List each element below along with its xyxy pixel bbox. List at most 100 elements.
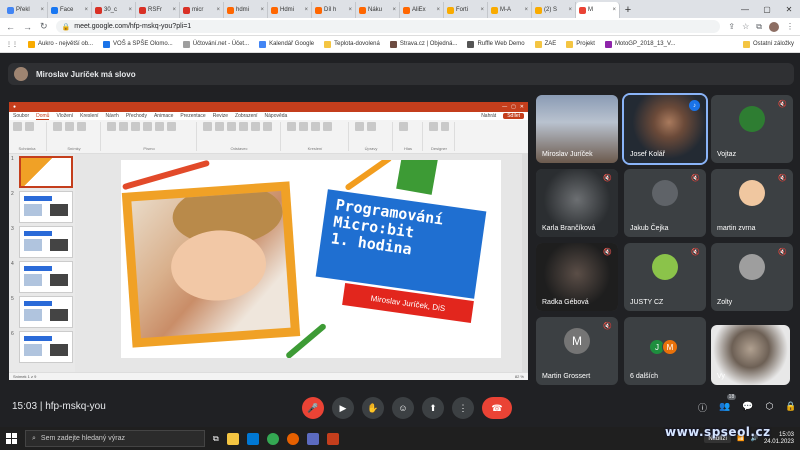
close-icon[interactable]: ✕ (520, 104, 524, 110)
tab-close-icon[interactable]: × (40, 7, 44, 13)
ribbon-tool-icon[interactable] (215, 122, 224, 131)
ribbon-tool-icon[interactable] (440, 122, 449, 131)
ribbon-tab[interactable]: Návrh (106, 113, 119, 119)
browser-tab[interactable]: Face × (48, 2, 92, 18)
ribbon-tool-icon[interactable] (311, 122, 320, 131)
bookmark-item[interactable]: Projekt (566, 40, 595, 48)
bookmark-item[interactable]: Aukro - největší ob... (28, 40, 93, 48)
participant-tile[interactable]: JM 6 dalších (624, 317, 706, 385)
file-explorer-icon[interactable] (226, 432, 239, 445)
ribbon-tool-icon[interactable] (355, 122, 364, 131)
minimize-icon[interactable]: — (734, 0, 756, 18)
ribbon-tool-icon[interactable] (239, 122, 248, 131)
tab-close-icon[interactable]: × (260, 7, 264, 13)
tab-close-icon[interactable]: × (128, 7, 132, 13)
menu-icon[interactable]: ⋮ (786, 22, 794, 31)
ribbon-tool-icon[interactable] (323, 122, 332, 131)
browser-tab[interactable]: RSFr × (136, 2, 180, 18)
slide-thumbnail[interactable]: 1 (11, 156, 73, 188)
ribbon-tool-icon[interactable] (77, 122, 86, 131)
maximize-icon[interactable]: ▢ (756, 0, 778, 18)
people-icon[interactable]: 👥 18 (719, 394, 737, 414)
tab-close-icon[interactable]: × (436, 7, 440, 13)
ribbon-tool-icon[interactable] (25, 122, 34, 131)
browser-tab[interactable]: hdmi × (224, 2, 268, 18)
slide-thumbnail[interactable]: 3 (11, 226, 73, 258)
browser-tab[interactable]: 30_c × (92, 2, 136, 18)
ribbon-tab[interactable]: Domů (36, 113, 50, 120)
bookmark-item[interactable]: Ruffle Web Demo (467, 40, 525, 48)
ribbon-tool-icon[interactable] (65, 122, 74, 131)
ribbon-tab[interactable]: Kreslení (80, 113, 98, 119)
browser-tab[interactable]: micr × (180, 2, 224, 18)
browser-tab[interactable]: (2) S × (532, 2, 576, 18)
ribbon-tool-icon[interactable] (429, 122, 438, 131)
tab-close-icon[interactable]: × (392, 7, 396, 13)
tab-close-icon[interactable]: × (216, 7, 220, 13)
ribbon-tab[interactable]: Přechody (126, 113, 147, 119)
raise-hand-icon[interactable]: ✋ (362, 397, 384, 419)
browser-tab[interactable]: Forti × (444, 2, 488, 18)
participant-tile[interactable]: 🔇 martin zvrna (711, 169, 793, 237)
bookmark-item[interactable]: MotoGP_2018_13_V... (604, 40, 675, 48)
browser-tab[interactable]: Hdmi × (268, 2, 312, 18)
tab-close-icon[interactable]: × (348, 7, 352, 13)
ribbon-tab[interactable]: Prezentace (180, 113, 205, 119)
ribbon-tool-icon[interactable] (53, 122, 62, 131)
record-button[interactable]: Nahrát (481, 113, 496, 119)
browser-tab[interactable]: M × (576, 2, 620, 18)
profile-avatar[interactable] (769, 21, 779, 32)
participant-tile[interactable]: 🔇 JUSTY CZ (624, 243, 706, 311)
participant-tile[interactable]: 🔇 Karla Brančíková (536, 169, 618, 237)
browser-tab[interactable]: Překl × (4, 2, 48, 18)
tab-close-icon[interactable]: × (480, 7, 484, 13)
info-icon[interactable]: ⓘ (698, 401, 707, 414)
ribbon-tool-icon[interactable] (263, 122, 272, 131)
participant-tile[interactable]: 🔇 Vojtaz (711, 95, 793, 163)
ribbon-tool-icon[interactable] (203, 122, 212, 131)
tab-close-icon[interactable]: × (612, 7, 616, 13)
share-button[interactable]: Sdílet (503, 113, 524, 119)
task-view-icon[interactable]: ⧉ (213, 434, 219, 444)
ribbon-tool-icon[interactable] (13, 122, 22, 131)
activities-icon[interactable]: ⬡ (765, 401, 773, 414)
browser-tab[interactable]: M-A × (488, 2, 532, 18)
scrollbar[interactable] (522, 154, 528, 372)
tab-close-icon[interactable]: × (568, 7, 572, 13)
browser-tab[interactable]: Díl h × (312, 2, 356, 18)
store-icon[interactable] (246, 432, 259, 445)
slide[interactable]: Programování Micro:bit 1. hodina Mirosla… (121, 160, 501, 358)
share-icon[interactable]: ⇪ (728, 22, 735, 31)
bookmark-item[interactable]: VOŠ a SPŠE Olomo... (103, 40, 173, 48)
slide-thumbnail[interactable]: 4 (11, 261, 73, 293)
participant-tile[interactable]: 🔇 Zolty (711, 243, 793, 311)
extensions-icon[interactable]: ⧉ (756, 22, 762, 32)
new-tab-button[interactable]: + (620, 2, 636, 18)
ribbon-tab[interactable]: Animace (154, 113, 173, 119)
more-options-icon[interactable]: ⋮ (452, 397, 474, 419)
maximize-icon[interactable]: ▢ (511, 104, 516, 110)
self-view[interactable]: Vy (711, 325, 790, 385)
chat-icon[interactable]: 💬 (742, 401, 753, 414)
ribbon-tool-icon[interactable] (399, 122, 408, 131)
minimize-icon[interactable]: — (502, 104, 507, 110)
ribbon-tool-icon[interactable] (251, 122, 260, 131)
back-icon[interactable]: ← (6, 22, 15, 32)
bookmark-item[interactable]: Teplota-dovolená (324, 40, 380, 48)
ribbon-tool-icon[interactable] (131, 122, 140, 131)
present-icon[interactable]: ⬆ (422, 397, 444, 419)
ribbon-tool-icon[interactable] (167, 122, 176, 131)
bookmark-item[interactable]: Kalendář Google (259, 40, 314, 48)
browser-tab[interactable]: AliEx × (400, 2, 444, 18)
app-icon[interactable] (306, 432, 319, 445)
mic-off-icon[interactable]: 🎤 (302, 397, 324, 419)
tab-close-icon[interactable]: × (304, 7, 308, 13)
ribbon-tab[interactable]: Nápověda (265, 113, 288, 119)
windows-start-icon[interactable] (6, 433, 17, 444)
bookmark-item[interactable]: ZAE (534, 40, 556, 48)
ribbon-tool-icon[interactable] (107, 122, 116, 131)
ribbon-tab[interactable]: Revize (213, 113, 228, 119)
ribbon-tool-icon[interactable] (143, 122, 152, 131)
ribbon-tab[interactable]: Soubor (13, 113, 29, 119)
tab-close-icon[interactable]: × (172, 7, 176, 13)
